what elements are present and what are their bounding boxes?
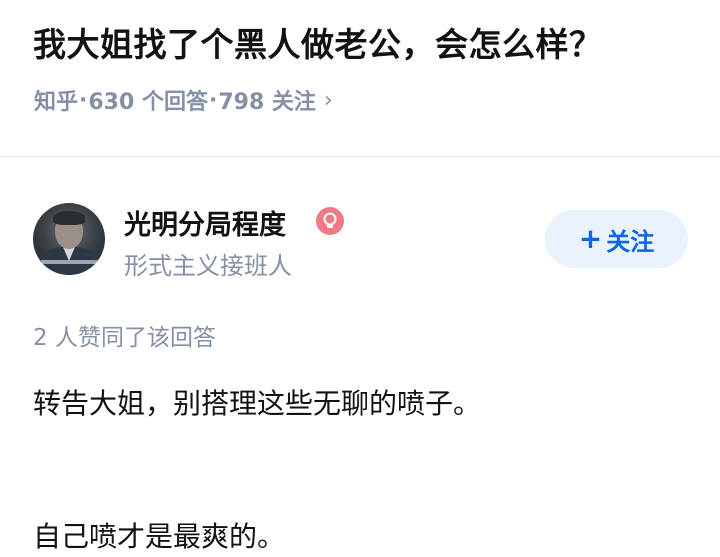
answer-count: 630 个回答 — [88, 90, 208, 115]
avatar[interactable] — [33, 203, 105, 275]
lightbulb-badge-icon — [316, 207, 344, 235]
follower-count: 798 关注 — [218, 90, 316, 115]
meta-separator: · — [79, 87, 88, 113]
chevron-right-icon: › — [323, 87, 333, 113]
meta-separator: · — [208, 87, 218, 113]
vote-count: 2 人赞同了该回答 — [33, 325, 216, 351]
avatar-caption-strip — [41, 260, 99, 264]
question-meta[interactable]: 知乎 · 630 个回答 · 798 关注 › — [34, 84, 333, 116]
plus-icon: + — [578, 222, 603, 255]
divider — [0, 156, 720, 157]
author-bio: 形式主义接班人 — [124, 252, 292, 280]
avatar-figure-hair — [53, 211, 85, 225]
author-name[interactable]: 光明分局程度 — [124, 203, 286, 242]
answer-paragraph: 自己喷才是最爽的。 — [33, 520, 286, 553]
follow-button[interactable]: + 关注 — [545, 210, 688, 268]
answer-paragraph: 转告大姐，别搭理这些无聊的喷子。 — [33, 387, 482, 420]
follow-label: 关注 — [606, 227, 655, 256]
question-title: 我大姐找了个黑人做老公，会怎么样？ — [33, 25, 603, 64]
source-label: 知乎 — [34, 90, 79, 115]
